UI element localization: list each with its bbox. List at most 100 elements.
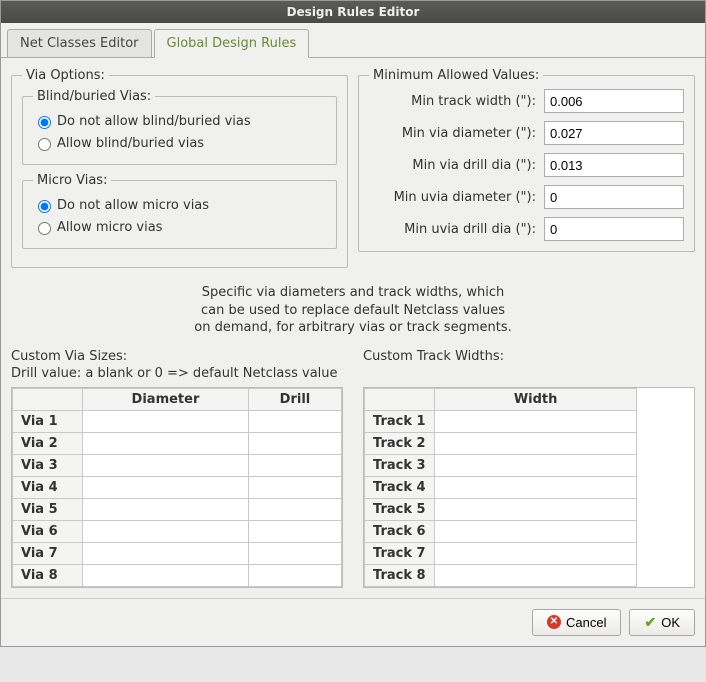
min-track-label: Min track width ("): xyxy=(369,94,544,109)
table-filler xyxy=(637,498,694,520)
min-values-group: Minimum Allowed Values: Min track width … xyxy=(358,68,695,252)
min-uvia-dia-label: Min uvia diameter ("): xyxy=(369,190,544,205)
cell[interactable] xyxy=(83,454,249,476)
cell[interactable] xyxy=(435,564,637,586)
cell[interactable] xyxy=(435,542,637,564)
row-label: Via 4 xyxy=(13,476,83,498)
table-filler xyxy=(637,476,694,498)
row-label: Via 2 xyxy=(13,432,83,454)
table-filler xyxy=(637,520,694,542)
table-corner xyxy=(365,388,435,410)
table-row: Track 5 xyxy=(365,498,694,520)
custom-via-table-wrap: Diameter Drill Via 1 Via 2 Via 3 Via 4 V… xyxy=(11,387,343,588)
row-label: Track 3 xyxy=(365,454,435,476)
table-row: Track 1 xyxy=(365,410,694,432)
cell[interactable] xyxy=(83,520,249,542)
radio-input-blind-yes[interactable] xyxy=(38,138,51,151)
micro-vias-group: Micro Vias: Do not allow micro vias Allo… xyxy=(22,173,337,249)
cell[interactable] xyxy=(83,410,249,432)
table-row: Via 7 xyxy=(13,542,342,564)
radio-input-blind-no[interactable] xyxy=(38,116,51,129)
blind-vias-group: Blind/buried Vias: Do not allow blind/bu… xyxy=(22,89,337,165)
col-diameter: Diameter xyxy=(83,388,249,410)
table-filler xyxy=(637,564,694,586)
tab-label: Global Design Rules xyxy=(167,36,297,51)
table-row: Track 7 xyxy=(365,542,694,564)
ok-button[interactable]: ✔ OK xyxy=(629,609,695,636)
radio-blind-yes[interactable]: Allow blind/buried vias xyxy=(33,132,326,154)
cell[interactable] xyxy=(248,564,341,586)
cell[interactable] xyxy=(435,410,637,432)
row-label: Via 7 xyxy=(13,542,83,564)
radio-micro-no[interactable]: Do not allow micro vias xyxy=(33,194,326,216)
row-label: Track 1 xyxy=(365,410,435,432)
custom-track-spacer xyxy=(363,366,695,381)
min-values-legend: Minimum Allowed Values: xyxy=(369,68,543,83)
table-filler xyxy=(637,432,694,454)
row-label: Track 7 xyxy=(365,542,435,564)
custom-via-table[interactable]: Diameter Drill Via 1 Via 2 Via 3 Via 4 V… xyxy=(12,388,342,587)
tab-strip: Net Classes Editor Global Design Rules xyxy=(1,29,705,58)
row-label: Track 5 xyxy=(365,498,435,520)
col-drill: Drill xyxy=(248,388,341,410)
cell[interactable] xyxy=(435,520,637,542)
cell[interactable] xyxy=(83,476,249,498)
table-corner xyxy=(13,388,83,410)
cell[interactable] xyxy=(435,432,637,454)
min-track-input[interactable] xyxy=(544,89,684,113)
cell[interactable] xyxy=(248,476,341,498)
radio-input-micro-yes[interactable] xyxy=(38,222,51,235)
via-options-group: Via Options: Blind/buried Vias: Do not a… xyxy=(11,68,348,268)
row-label: Track 8 xyxy=(365,564,435,586)
row-label: Via 1 xyxy=(13,410,83,432)
cell[interactable] xyxy=(248,454,341,476)
radio-input-micro-no[interactable] xyxy=(38,200,51,213)
table-filler xyxy=(637,388,694,410)
help-text: Specific via diameters and track widths,… xyxy=(11,276,695,349)
tab-content: Via Options: Blind/buried Vias: Do not a… xyxy=(1,58,705,598)
tab-global-design-rules[interactable]: Global Design Rules xyxy=(154,29,310,58)
table-row: Via 6 xyxy=(13,520,342,542)
table-row: Track 3 xyxy=(365,454,694,476)
col-width: Width xyxy=(435,388,637,410)
row-label: Track 4 xyxy=(365,476,435,498)
cell[interactable] xyxy=(248,498,341,520)
min-uvia-drill-input[interactable] xyxy=(544,217,684,241)
cell[interactable] xyxy=(435,454,637,476)
table-filler xyxy=(637,454,694,476)
radio-blind-no[interactable]: Do not allow blind/buried vias xyxy=(33,110,326,132)
cell[interactable] xyxy=(83,564,249,586)
help-l2: can be used to replace default Netclass … xyxy=(201,303,505,318)
cell[interactable] xyxy=(435,498,637,520)
table-row: Via 5 xyxy=(13,498,342,520)
titlebar: Design Rules Editor xyxy=(1,1,705,23)
cell[interactable] xyxy=(83,542,249,564)
min-uvia-dia-input[interactable] xyxy=(544,185,684,209)
cell[interactable] xyxy=(83,498,249,520)
cell[interactable] xyxy=(248,410,341,432)
cell[interactable] xyxy=(435,476,637,498)
cell[interactable] xyxy=(248,520,341,542)
cell[interactable] xyxy=(248,432,341,454)
radio-micro-yes[interactable]: Allow micro vias xyxy=(33,216,326,238)
cell[interactable] xyxy=(83,432,249,454)
table-row: Via 4 xyxy=(13,476,342,498)
custom-via-help: Drill value: a blank or 0 => default Net… xyxy=(11,366,343,381)
min-via-drill-input[interactable] xyxy=(544,153,684,177)
min-via-dia-input[interactable] xyxy=(544,121,684,145)
radio-label: Allow micro vias xyxy=(57,220,162,235)
blind-vias-legend: Blind/buried Vias: xyxy=(33,89,155,104)
custom-track-table[interactable]: Width Track 1 Track 2 Track 3 Track 4 Tr… xyxy=(364,388,694,587)
cancel-button[interactable]: ✕ Cancel xyxy=(532,609,621,636)
row-label: Track 6 xyxy=(365,520,435,542)
ok-label: OK xyxy=(661,615,680,630)
tab-net-classes[interactable]: Net Classes Editor xyxy=(7,29,152,57)
via-options-legend: Via Options: xyxy=(22,68,109,83)
cell[interactable] xyxy=(248,542,341,564)
table-row: Via 8 xyxy=(13,564,342,586)
table-row: Track 4 xyxy=(365,476,694,498)
row-label: Via 6 xyxy=(13,520,83,542)
cancel-icon: ✕ xyxy=(547,615,561,629)
cancel-label: Cancel xyxy=(566,615,606,630)
min-via-drill-label: Min via drill dia ("): xyxy=(369,158,544,173)
